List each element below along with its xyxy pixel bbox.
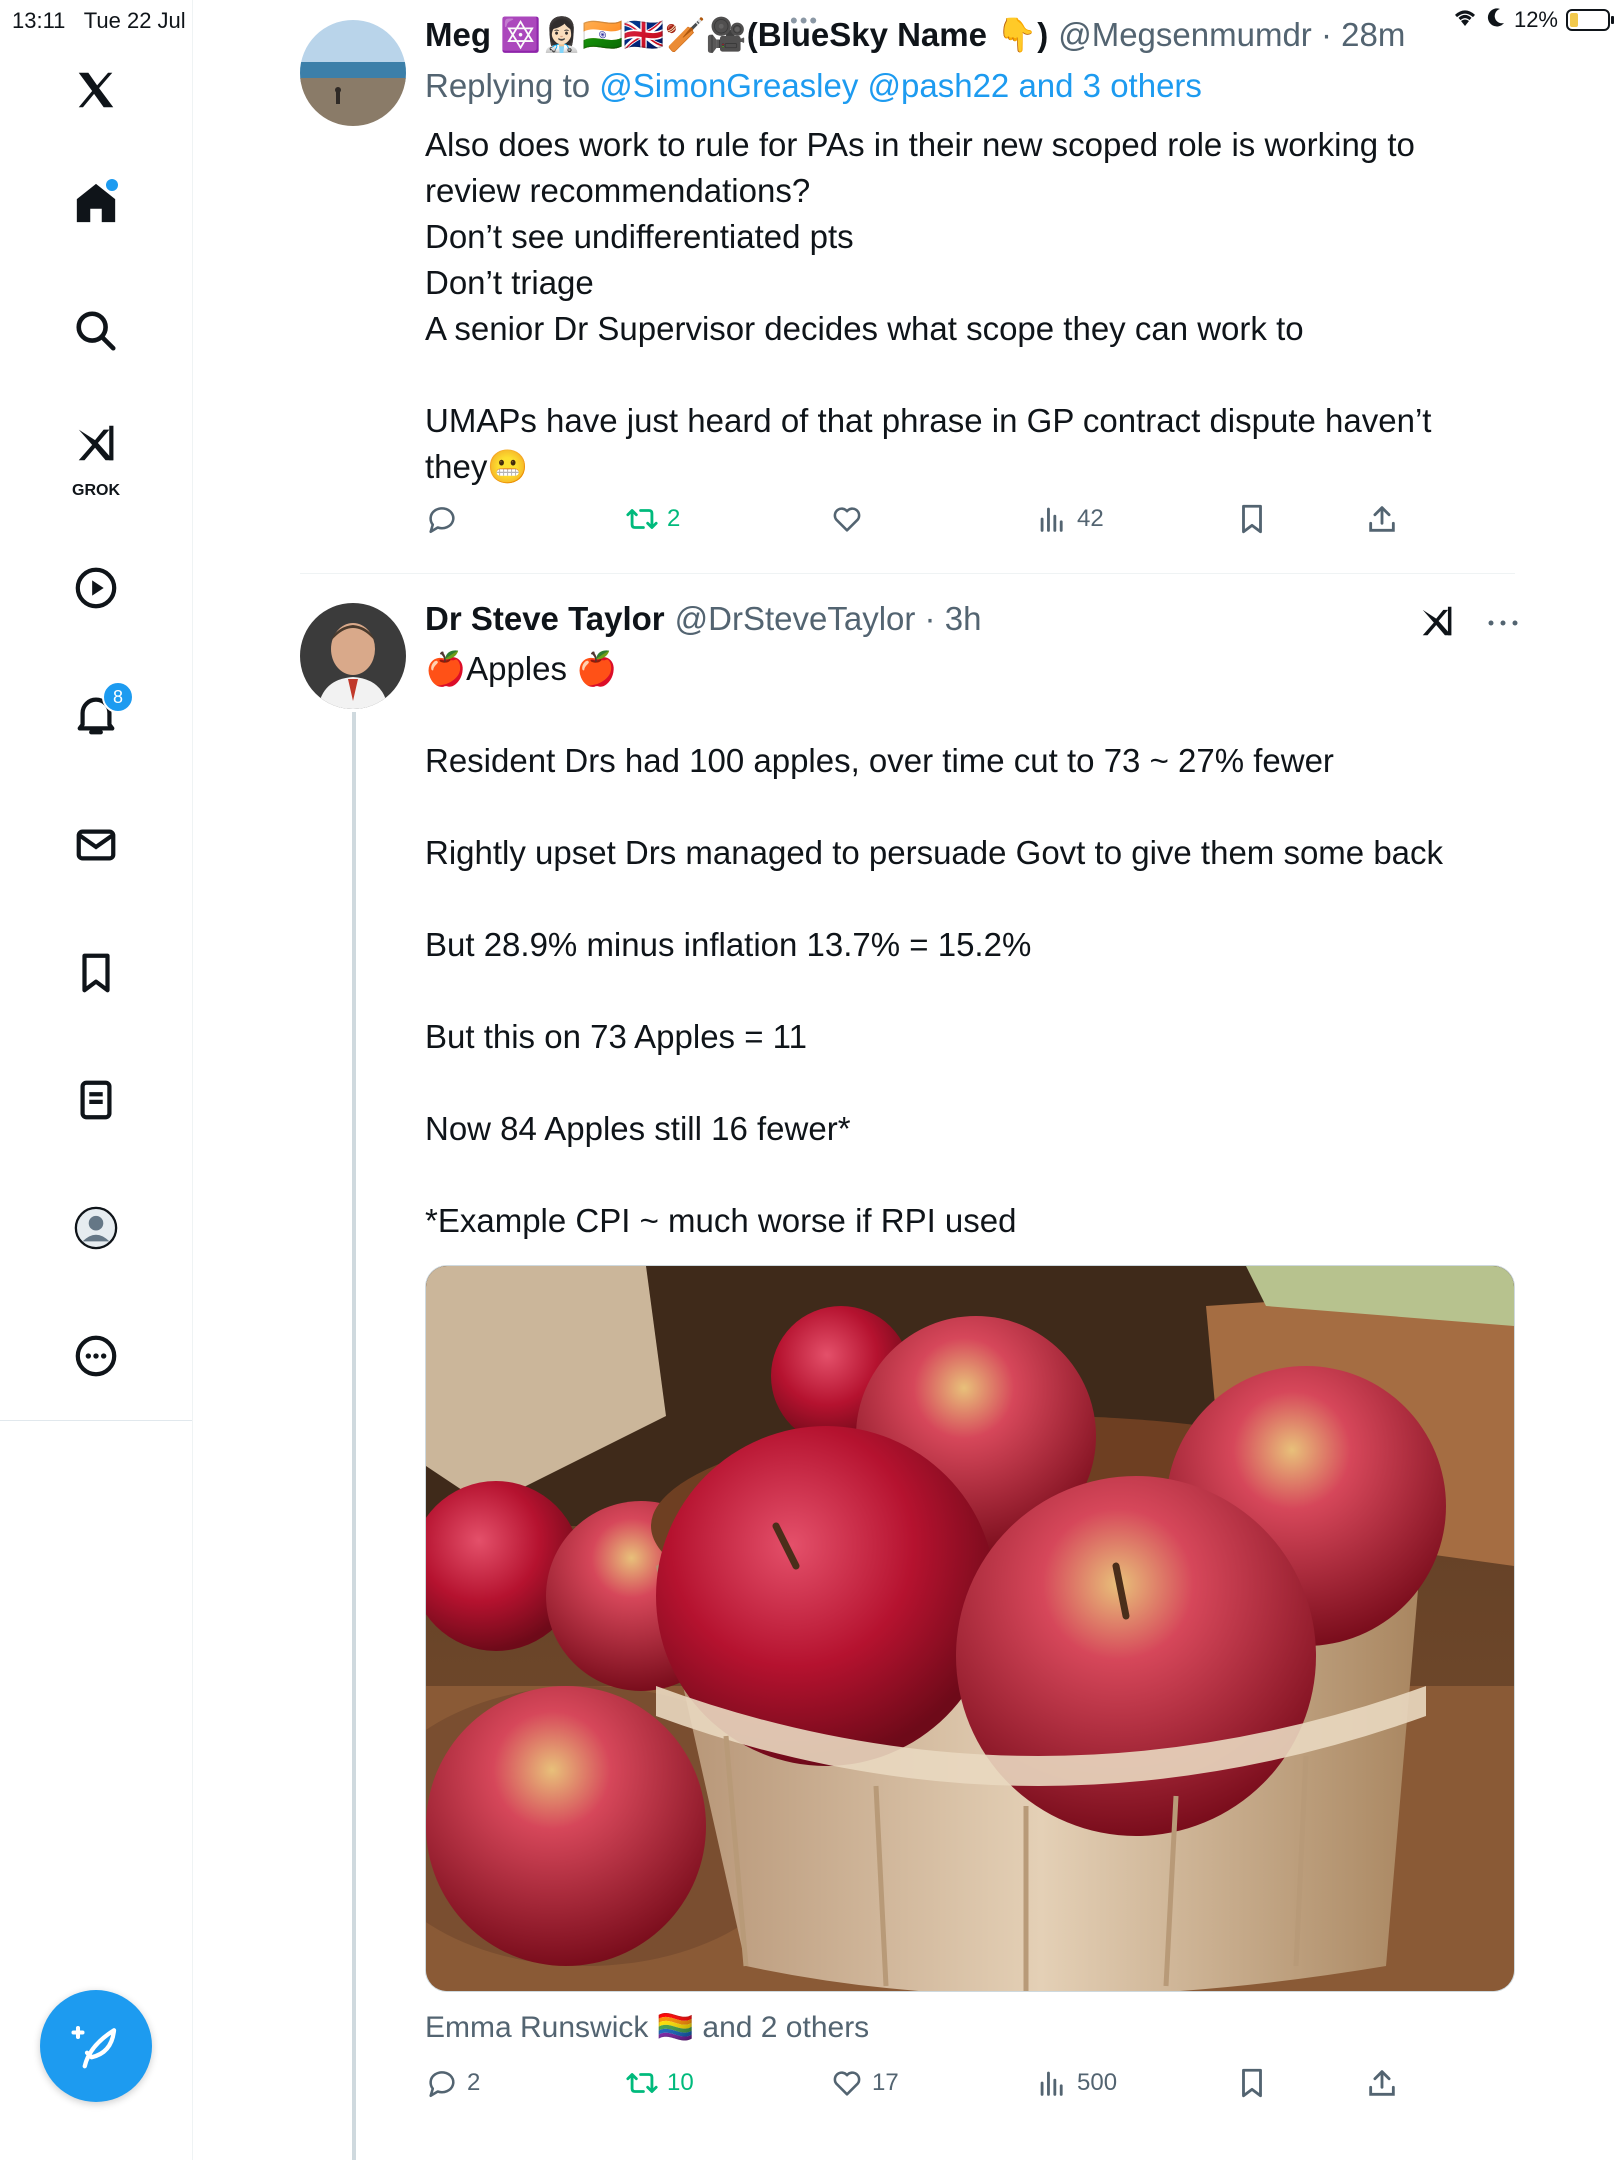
share-icon [1369, 506, 1395, 532]
bookmarks-icon[interactable] [56, 933, 136, 1013]
retweet-count: 10 [667, 2069, 694, 2096]
notifications-bell-icon[interactable]: 8 [56, 675, 136, 755]
home-unread-dot [106, 179, 118, 191]
thread-line [352, 712, 356, 2160]
wifi-icon [1452, 6, 1478, 34]
home-icon[interactable] [56, 163, 136, 243]
like-button[interactable] [830, 502, 864, 536]
tweet-photo[interactable] [425, 1265, 1515, 1992]
author-handle[interactable]: @Megsenmumdr · 28m [1058, 16, 1405, 54]
reply-icon [429, 2071, 455, 2098]
retweet-icon [626, 2073, 658, 2093]
tweet-separator [300, 573, 1515, 574]
tagged-users[interactable]: Emma Runswick 🏳️‍🌈 and 2 others [425, 2010, 869, 2045]
reply-count: 2 [467, 2069, 481, 2096]
grok-icon[interactable] [1418, 602, 1456, 645]
views-button[interactable]: 500 [1035, 2066, 1117, 2100]
tweet-line: Also does work to rule for PAs in their … [425, 126, 1415, 163]
share-icon [1369, 2070, 1395, 2096]
retweet-button[interactable]: 10 [625, 2066, 694, 2100]
lists-icon[interactable] [56, 1060, 136, 1140]
bookmark-icon [1242, 2068, 1262, 2098]
tweet-line [425, 968, 1515, 1014]
retweet-icon [626, 509, 658, 529]
tweet-line: A senior Dr Supervisor decides what scop… [425, 310, 1304, 347]
steve-name-row: Dr Steve Taylor @DrSteveTaylor · 3h [425, 600, 981, 638]
compose-feather-icon [71, 2025, 117, 2069]
tweet-line: 🍎Apples 🍎 [425, 650, 618, 687]
author-name[interactable]: Dr Steve Taylor [425, 600, 665, 638]
tweet-text: Also does work to rule for PAs in their … [425, 122, 1515, 490]
grok-icon[interactable]: GROK [56, 412, 136, 499]
replying-to: Replying to @SimonGreasley @pash22 and 3… [425, 67, 1202, 105]
notifications-badge: 8 [102, 681, 134, 713]
tweet-line: But this on 73 Apples = 11 [425, 1018, 807, 1055]
tweet-line: But 28.9% minus inflation 13.7% = 15.2% [425, 926, 1032, 963]
reply-icon [429, 507, 455, 534]
retweet-count: 2 [667, 505, 681, 532]
compose-post-button[interactable] [40, 1990, 152, 2102]
retweet-button[interactable]: 2 [625, 502, 680, 536]
tweet-line [425, 692, 1515, 738]
reply-button[interactable] [425, 502, 459, 536]
status-right: 12% [1452, 6, 1614, 34]
sidebar-divider [0, 1420, 192, 1421]
tweet-line: Don’t triage [425, 264, 594, 301]
tweet-actions: 2 10 17 500 [425, 2066, 1425, 2116]
more-options-icon[interactable] [56, 1316, 136, 1396]
tweet-text: 🍎Apples 🍎 Resident Drs had 100 apples, o… [425, 646, 1515, 1244]
author-name[interactable]: Meg 🔯👩🏻‍⚕️🇮🇳🇬🇧🏏🎥(BlueSky Name 👇) [425, 16, 1048, 55]
more-icon[interactable] [1486, 615, 1520, 633]
profile-avatar-icon[interactable] [56, 1188, 136, 1268]
replying-to-link[interactable]: @SimonGreasley @pash22 and 3 others [599, 67, 1202, 104]
like-count: 17 [872, 2069, 899, 2096]
messages-envelope-icon[interactable] [56, 805, 136, 885]
share-button[interactable] [1365, 502, 1399, 536]
tweet-line: Now 84 Apples still 16 fewer* [425, 1110, 851, 1147]
do-not-disturb-icon [1486, 6, 1506, 34]
tweet-line: Resident Drs had 100 apples, over time c… [425, 742, 1334, 779]
meg-name-row: Meg 🔯👩🏻‍⚕️🇮🇳🇬🇧🏏🎥(BlueSky Name 👇) @Megsen… [425, 16, 1405, 55]
bookmark-icon [1242, 504, 1262, 534]
video-play-icon[interactable] [56, 548, 136, 628]
heart-icon [833, 507, 861, 532]
views-chart-icon [1040, 507, 1063, 532]
meg-avatar[interactable] [300, 20, 406, 126]
like-button[interactable]: 17 [830, 2066, 899, 2100]
search-icon[interactable] [56, 291, 136, 371]
reply-button[interactable]: 2 [425, 2066, 480, 2100]
tweet-line [425, 784, 1515, 830]
tweet-header-actions [1418, 602, 1520, 645]
battery-icon [1566, 9, 1614, 31]
tweet-line: review recommendations? [425, 172, 811, 209]
tweet-line [425, 1060, 1515, 1106]
views-count: 42 [1077, 505, 1104, 532]
share-button[interactable] [1365, 2066, 1399, 2100]
views-count: 500 [1077, 2069, 1118, 2096]
bookmark-button[interactable] [1235, 2066, 1269, 2100]
tweet-line: they😬 [425, 448, 529, 485]
replying-prefix: Replying to [425, 67, 600, 104]
tweet-line [425, 876, 1515, 922]
tweet-line: UMAPs have just heard of that phrase in … [425, 402, 1432, 439]
x-logo-icon[interactable] [56, 50, 136, 130]
tweet-line: Rightly upset Drs managed to persuade Go… [425, 834, 1444, 871]
tweet-line: *Example CPI ~ much worse if RPI used [425, 1202, 1017, 1239]
tweet-line [425, 352, 1515, 398]
author-handle[interactable]: @DrSteveTaylor · 3h [675, 600, 982, 638]
steve-taylor-avatar[interactable] [300, 603, 406, 709]
battery-percent: 12% [1513, 7, 1558, 32]
tweet-line: Don’t see undifferentiated pts [425, 218, 854, 255]
views-chart-icon [1040, 2071, 1063, 2096]
sidebar: GROK 8 [0, 0, 193, 2160]
views-button[interactable]: 42 [1035, 502, 1104, 536]
grok-label: GROK [72, 482, 120, 499]
bookmark-button[interactable] [1235, 502, 1269, 536]
heart-icon [833, 2071, 861, 2096]
tweet-actions: 2 42 [425, 502, 1425, 552]
tweet-line [425, 1152, 1515, 1198]
